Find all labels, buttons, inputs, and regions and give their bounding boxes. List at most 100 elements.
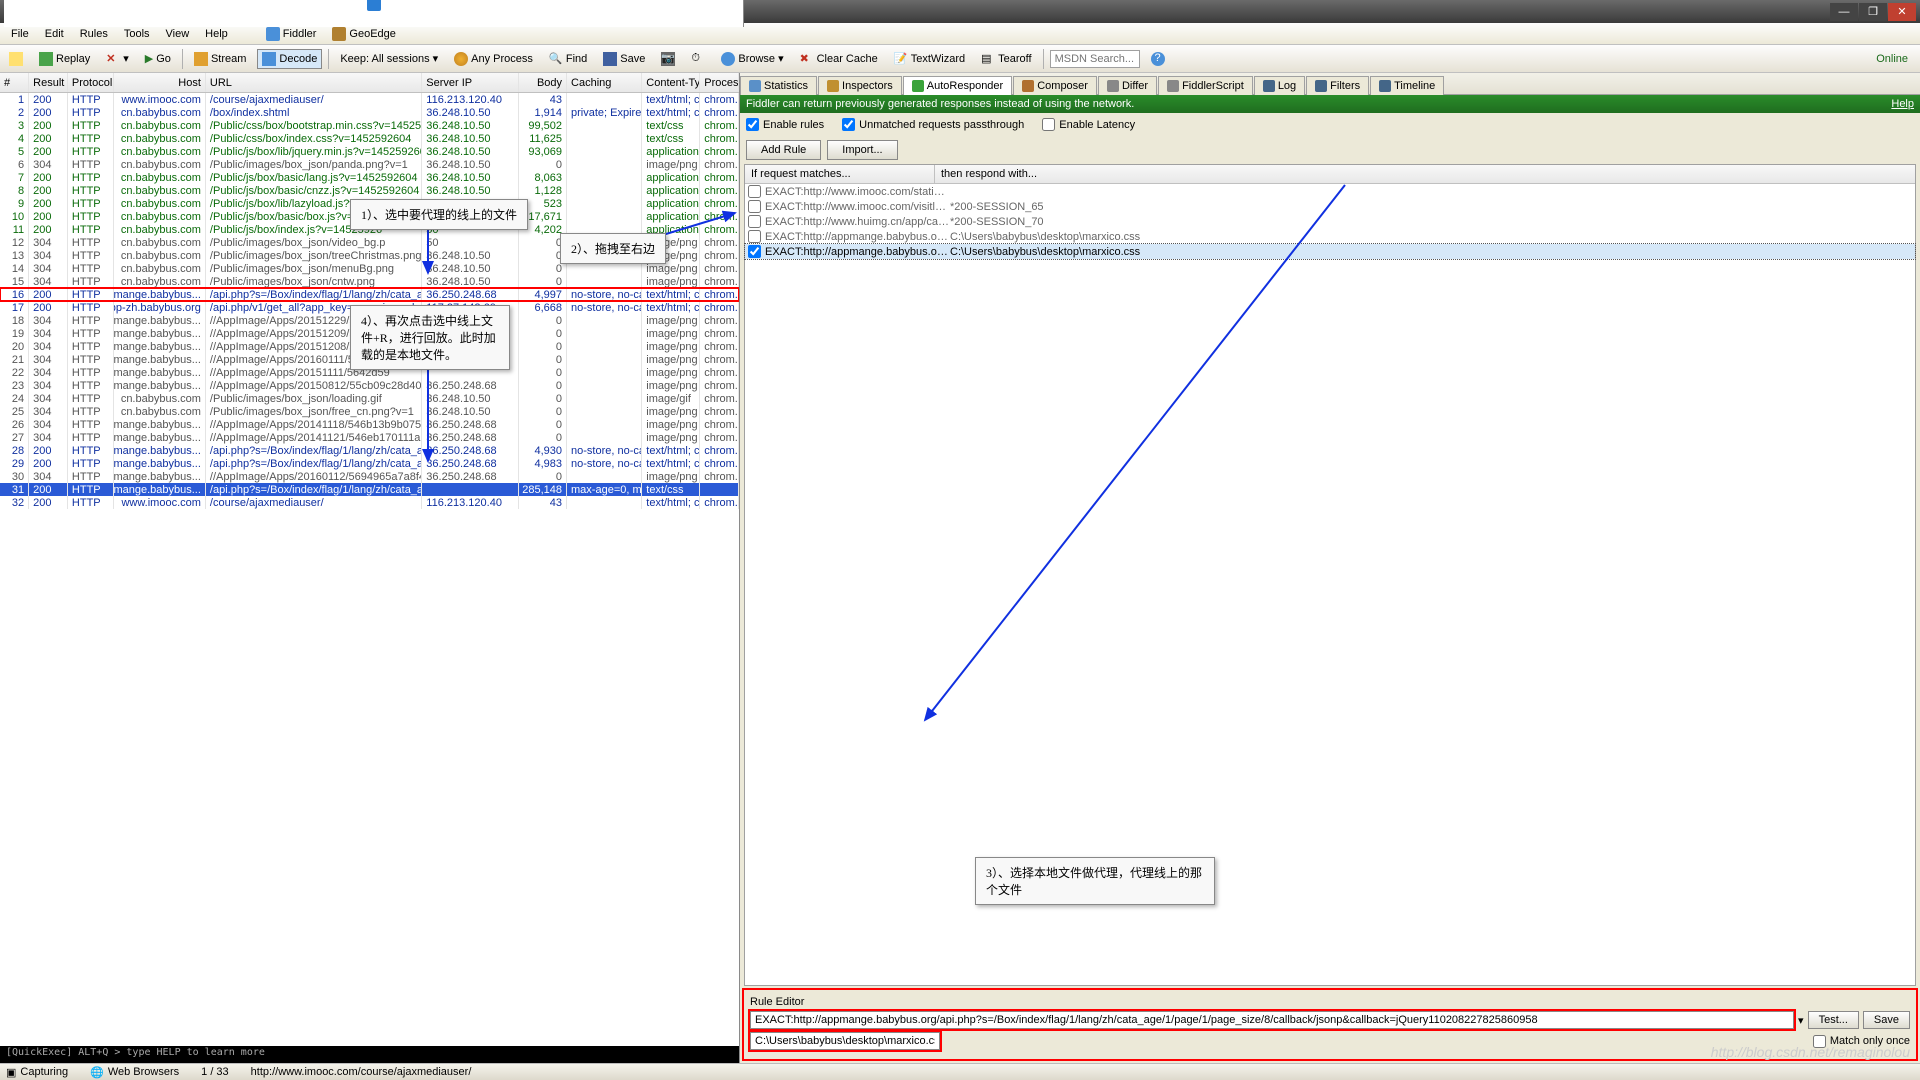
comment-button[interactable] (4, 49, 28, 69)
tab-timeline[interactable]: Timeline (1370, 76, 1444, 95)
session-row[interactable]: 4200HTTPcn.babybus.com/Public/css/box/in… (0, 132, 739, 145)
remove-button[interactable]: ✕▾ (101, 49, 134, 69)
enable-latency-check[interactable]: Enable Latency (1042, 118, 1135, 131)
rules-grid[interactable]: If request matches... then respond with.… (744, 164, 1916, 986)
stream-button[interactable]: Stream (189, 49, 251, 69)
session-row[interactable]: 29200HTTPappmange.babybus.../api.php?s=/… (0, 457, 739, 470)
tab-statistics[interactable]: Statistics (740, 76, 817, 95)
quickexec[interactable]: [QuickExec] ALT+Q > type HELP to learn m… (0, 1046, 739, 1063)
match-dropdown[interactable]: ▾ (1798, 1014, 1804, 1027)
browsers-indicator[interactable]: 🌐Web Browsers (90, 1066, 179, 1079)
help-button[interactable]: ? (1146, 49, 1170, 69)
respond-input[interactable] (750, 1032, 940, 1050)
menu-view[interactable]: View (159, 26, 197, 42)
session-row[interactable]: 32200HTTPwww.imooc.com/course/ajaxmediau… (0, 496, 739, 509)
test-button[interactable]: Test... (1808, 1011, 1859, 1029)
textwizard-button[interactable]: 📝TextWizard (889, 49, 970, 69)
rule-row[interactable]: EXACT:http://appmange.babybus.org/api.p.… (745, 229, 1915, 244)
browse-button[interactable]: Browse ▾ (716, 49, 788, 69)
menu-help[interactable]: Help (198, 26, 235, 42)
col-match[interactable]: If request matches... (745, 165, 935, 183)
rule-row[interactable]: EXACT:http://www.huimg.cn/app/category/.… (745, 214, 1915, 229)
tab-fiddlerscript[interactable]: FiddlerScript (1158, 76, 1253, 95)
col-result[interactable]: Result (29, 73, 68, 92)
save-rule-button[interactable]: Save (1863, 1011, 1910, 1029)
clock-icon: ⏱ (691, 52, 705, 66)
session-row[interactable]: 15304HTTPcn.babybus.com/Public/images/bo… (0, 275, 739, 288)
menu-fiddler[interactable]: Fiddler (259, 25, 324, 43)
session-row[interactable]: 26304HTTPappmange.babybus...//AppImage/A… (0, 418, 739, 431)
col-process[interactable]: Process (700, 73, 739, 92)
menu-rules[interactable]: Rules (73, 26, 115, 42)
statusbar: ▣Capturing 🌐Web Browsers 1 / 33 http://w… (0, 1063, 1920, 1080)
session-row[interactable]: 31200HTTPappmange.babybus.../api.php?s=/… (0, 483, 739, 496)
tab-filters[interactable]: Filters (1306, 76, 1369, 95)
session-row[interactable]: 8200HTTPcn.babybus.com/Public/js/box/bas… (0, 184, 739, 197)
menu-tools[interactable]: Tools (117, 26, 157, 42)
col-protocol[interactable]: Protocol (68, 73, 114, 92)
app-icon (367, 0, 381, 11)
import-button[interactable]: Import... (827, 140, 897, 160)
find-icon: 🔍 (549, 52, 563, 66)
session-row[interactable]: 16200HTTPappmange.babybus.../api.php?s=/… (0, 288, 739, 301)
col-respond[interactable]: then respond with... (935, 165, 1915, 183)
go-button[interactable]: ▶Go (140, 49, 176, 68)
msdn-search-input[interactable] (1050, 50, 1140, 68)
session-row[interactable]: 25304HTTPcn.babybus.com/Public/images/bo… (0, 405, 739, 418)
col-num[interactable]: # (0, 73, 29, 92)
session-row[interactable]: 5200HTTPcn.babybus.com/Public/js/box/lib… (0, 145, 739, 158)
geoedge-icon (332, 27, 346, 41)
session-row[interactable]: 3200HTTPcn.babybus.com/Public/css/box/bo… (0, 119, 739, 132)
decode-button[interactable]: Decode (257, 49, 322, 69)
tab-autoresponder[interactable]: AutoResponder (903, 76, 1012, 95)
close-button[interactable]: ✕ (1888, 3, 1916, 21)
screenshot-button[interactable]: 📷 (656, 49, 680, 69)
menu-file[interactable]: File (4, 26, 36, 42)
minimize-button[interactable]: — (1830, 3, 1858, 21)
session-row[interactable]: 7200HTTPcn.babybus.com/Public/js/box/bas… (0, 171, 739, 184)
save-button[interactable]: Save (598, 49, 650, 69)
col-host[interactable]: Host (114, 73, 206, 92)
tearoff-button[interactable]: ▤Tearoff (976, 49, 1036, 69)
keep-sessions-dropdown[interactable]: Keep: All sessions ▾ (335, 49, 443, 68)
col-url[interactable]: URL (206, 73, 422, 92)
session-row[interactable]: 28200HTTPappmange.babybus.../api.php?s=/… (0, 444, 739, 457)
help-link[interactable]: Help (1891, 98, 1914, 110)
clear-cache-button[interactable]: ✖Clear Cache (795, 49, 883, 69)
col-ip[interactable]: Server IP (422, 73, 518, 92)
tab-log[interactable]: Log (1254, 76, 1305, 95)
rule-row[interactable]: EXACT:http://www.imooc.com/visitlog/inde… (745, 199, 1915, 214)
process-filter-button[interactable]: Any Process (449, 49, 538, 69)
session-row[interactable]: 27304HTTPappmange.babybus...//AppImage/A… (0, 431, 739, 444)
col-body[interactable]: Body (519, 73, 567, 92)
tab-composer[interactable]: Composer (1013, 76, 1097, 95)
annotation-3: 3）、选择本地文件做代理，代理线上的那个文件 (975, 857, 1215, 905)
rule-row[interactable]: EXACT:http://www.imooc.com/static/page/c… (745, 184, 1915, 199)
col-caching[interactable]: Caching (567, 73, 642, 92)
comment-icon (9, 52, 23, 66)
session-row[interactable]: 23304HTTPappmange.babybus...//AppImage/A… (0, 379, 739, 392)
col-contenttype[interactable]: Content-Type (642, 73, 700, 92)
rule-row[interactable]: EXACT:http://appmange.babybus.org/api.p.… (745, 244, 1915, 259)
timer-button[interactable]: ⏱ (686, 49, 710, 69)
session-row[interactable]: 6304HTTPcn.babybus.com/Public/images/box… (0, 158, 739, 171)
replay-button[interactable]: Replay (34, 49, 95, 69)
browse-icon (721, 52, 735, 66)
find-button[interactable]: 🔍Find (544, 49, 592, 69)
wizard-icon: 📝 (894, 52, 908, 66)
maximize-button[interactable]: ❐ (1859, 3, 1887, 21)
session-row[interactable]: 2200HTTPcn.babybus.com/box/index.shtml36… (0, 106, 739, 119)
match-input[interactable] (750, 1011, 1794, 1029)
menu-geoedge[interactable]: GeoEdge (325, 25, 402, 43)
menu-edit[interactable]: Edit (38, 26, 71, 42)
add-rule-button[interactable]: Add Rule (746, 140, 821, 160)
unmatched-passthrough-check[interactable]: Unmatched requests passthrough (842, 118, 1024, 131)
session-row[interactable]: 30304HTTPappmange.babybus...//AppImage/A… (0, 470, 739, 483)
tab-inspectors[interactable]: Inspectors (818, 76, 902, 95)
tab-differ[interactable]: Differ (1098, 76, 1157, 95)
enable-rules-check[interactable]: Enable rules (746, 118, 824, 131)
session-row[interactable]: 24304HTTPcn.babybus.com/Public/images/bo… (0, 392, 739, 405)
camera-icon: 📷 (661, 52, 675, 66)
session-row[interactable]: 1200HTTPwww.imooc.com/course/ajaxmediaus… (0, 93, 739, 106)
capturing-indicator[interactable]: ▣Capturing (6, 1066, 68, 1079)
